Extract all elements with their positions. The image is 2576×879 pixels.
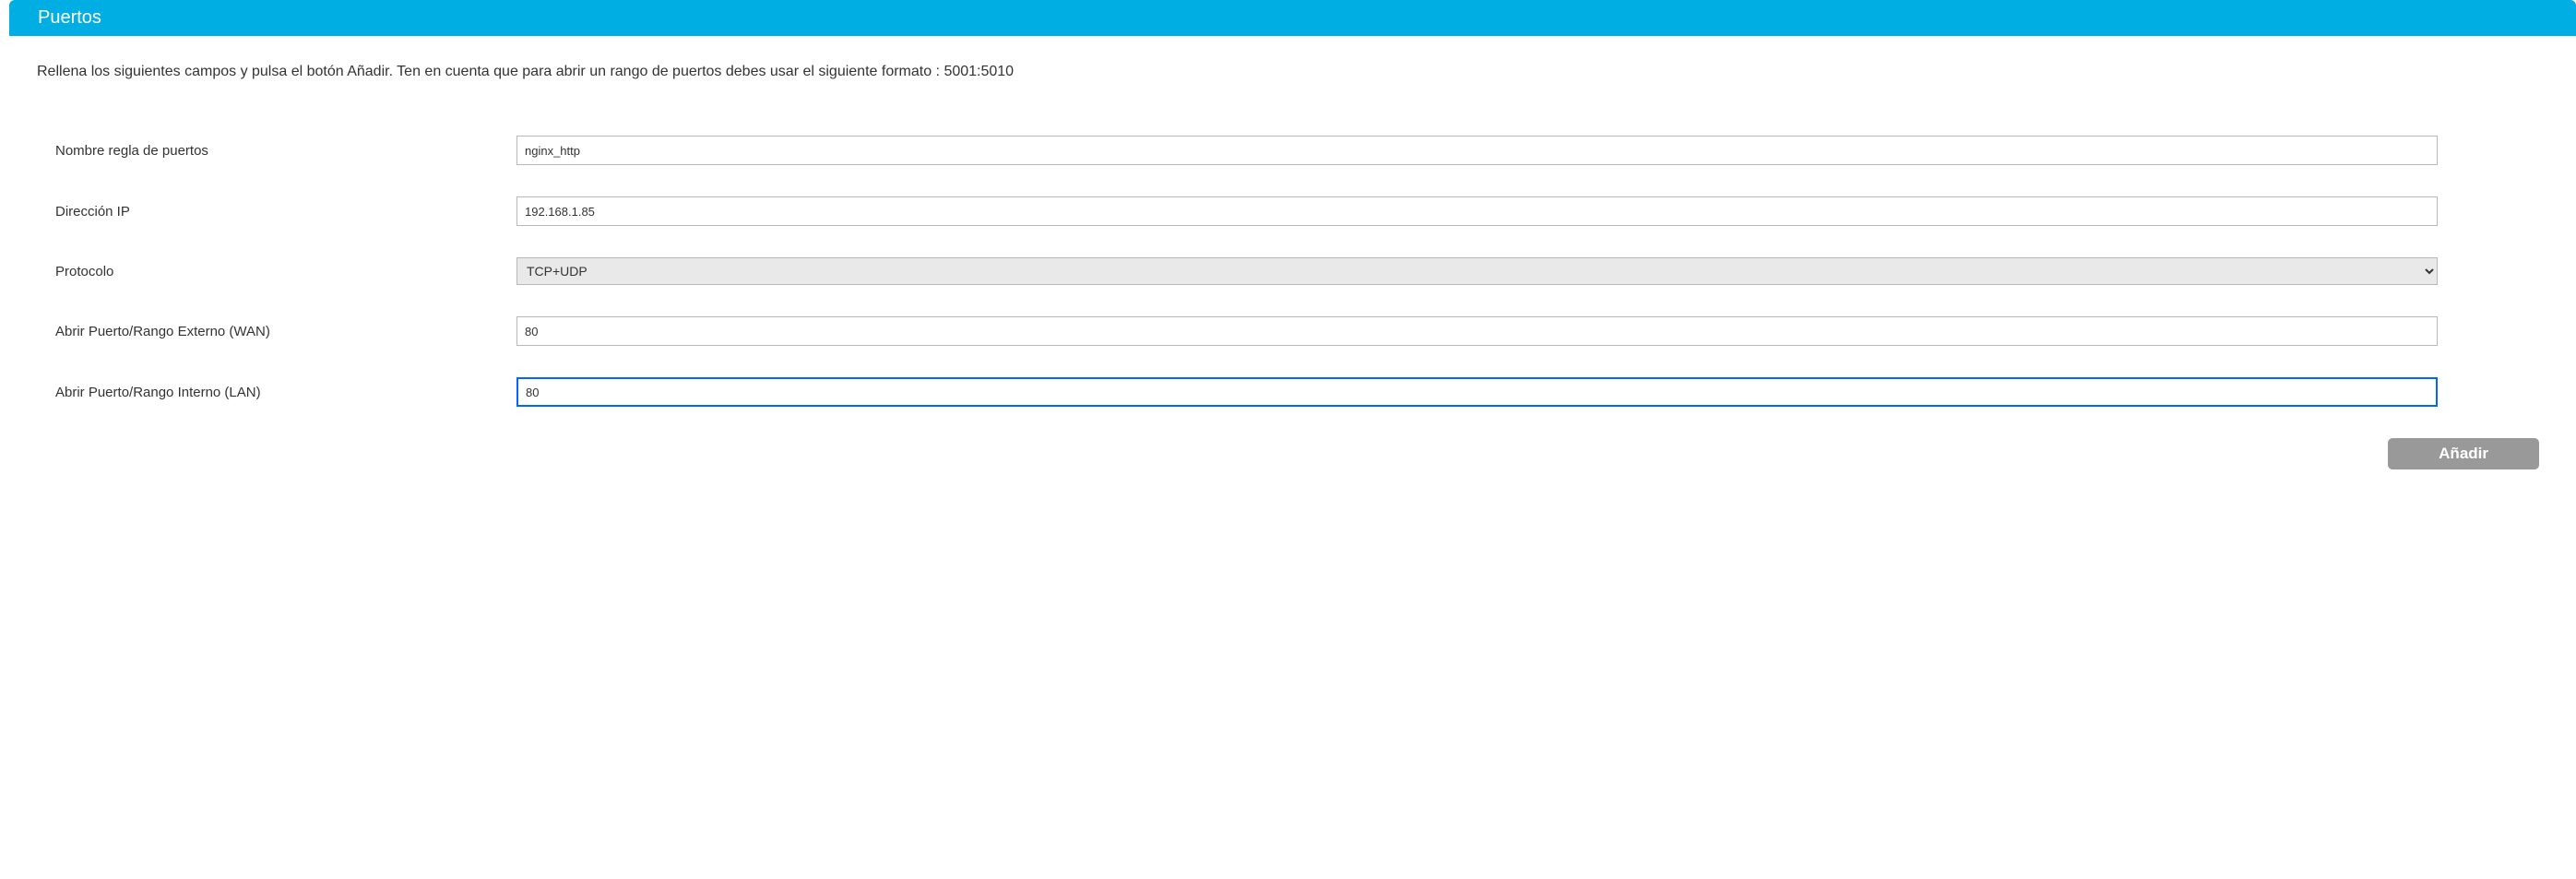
panel-title: Puertos (38, 7, 101, 28)
form-description: Rellena los siguientes campos y pulsa el… (37, 64, 2548, 80)
rule-name-input[interactable] (516, 136, 2438, 165)
rule-name-label: Nombre regla de puertos (55, 143, 516, 159)
ip-address-label: Dirección IP (55, 204, 516, 220)
external-port-label: Abrir Puerto/Rango Externo (WAN) (55, 324, 516, 339)
rule-name-row: Nombre regla de puertos (55, 136, 2438, 165)
external-port-input[interactable] (516, 316, 2438, 346)
form-container: Nombre regla de puertos Dirección IP Pro… (37, 136, 2548, 407)
panel-body: Rellena los siguientes campos y pulsa el… (9, 36, 2576, 488)
button-row: Añadir (37, 438, 2548, 469)
external-port-row: Abrir Puerto/Rango Externo (WAN) (55, 316, 2438, 346)
ip-address-row: Dirección IP (55, 196, 2438, 226)
add-button[interactable]: Añadir (2388, 438, 2539, 469)
protocol-select[interactable]: TCP+UDP (516, 257, 2438, 285)
internal-port-input[interactable] (516, 377, 2438, 407)
protocol-label: Protocolo (55, 264, 516, 279)
internal-port-label: Abrir Puerto/Rango Interno (LAN) (55, 385, 516, 400)
panel-header: Puertos (9, 0, 2576, 36)
protocol-row: Protocolo TCP+UDP (55, 257, 2438, 285)
ip-address-input[interactable] (516, 196, 2438, 226)
ports-panel: Puertos Rellena los siguientes campos y … (0, 0, 2576, 488)
internal-port-row: Abrir Puerto/Rango Interno (LAN) (55, 377, 2438, 407)
